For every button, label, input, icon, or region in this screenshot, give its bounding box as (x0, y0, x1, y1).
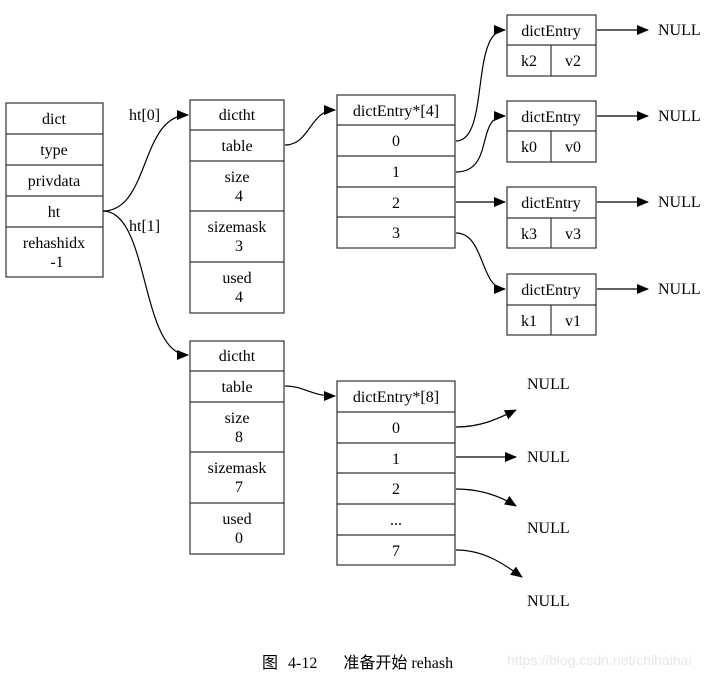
null-label: NULL (658, 281, 701, 298)
ht0-size-value: 4 (235, 188, 243, 205)
caption-text: 准备开始 rehash (343, 655, 454, 672)
edge-t8-slot2-null (455, 488, 517, 507)
table8-array (336, 380, 456, 566)
null-label: NULL (658, 108, 701, 125)
edge-slot1-k0 (455, 111, 506, 173)
dict-field-rehashidx-value: -1 (50, 254, 63, 271)
entry-title: dictEntry (521, 282, 581, 299)
null-label: NULL (658, 194, 701, 211)
null-label: NULL (527, 376, 570, 393)
table4-slot-3: 3 (392, 225, 400, 242)
entry-key: k1 (521, 313, 537, 330)
ht0-sizemask-value: 3 (235, 238, 243, 255)
entry-key: k2 (521, 53, 537, 70)
edge-ht0 (102, 110, 189, 212)
edge-t8-slot7-null (455, 549, 523, 578)
ht1-used-label: used (222, 511, 251, 528)
entry-value: v2 (565, 53, 581, 70)
table4-title: dictEntry*[4] (353, 103, 439, 120)
table8-slot-2: 2 (392, 481, 400, 498)
ht1-size-value: 8 (235, 429, 243, 446)
caption-figure: 图 (262, 655, 279, 672)
ht1-title: dictht (219, 348, 256, 365)
table8-slot-1: 1 (392, 451, 400, 468)
watermark: https://blog.csdn.net/chihaihai (507, 652, 692, 668)
rehash-diagram: dict type privdata ht rehashidx -1 dicth… (5, 14, 701, 610)
table4-slot-2: 2 (392, 195, 400, 212)
ht0-used-value: 4 (235, 289, 243, 306)
null-label: NULL (527, 593, 570, 610)
dict-field-ht: ht (48, 204, 61, 221)
dict-field-type: type (40, 142, 68, 159)
ht0-table: table (221, 138, 252, 155)
ht1-table: table (221, 379, 252, 396)
dict-field-privdata: privdata (28, 173, 80, 190)
null-label: NULL (527, 449, 570, 466)
null-label: NULL (658, 22, 701, 39)
ht1-sizemask-label: sizemask (208, 460, 267, 477)
edge-slot3-k1 (455, 232, 506, 294)
table8-slot-7: 7 (392, 543, 400, 560)
edge-slot0-k2 (455, 25, 506, 142)
figure-caption: 图 4-12 准备开始 rehash (262, 649, 453, 673)
entry-title: dictEntry (521, 109, 581, 126)
dict-field-rehashidx: rehashidx (23, 235, 85, 252)
table8-slot-ellipsis: ... (390, 512, 402, 529)
table4-slot-1: 1 (392, 164, 400, 181)
entry-key: k0 (521, 139, 537, 156)
entry-title: dictEntry (521, 23, 581, 40)
edge-t8-slot0-null (455, 409, 517, 428)
dict-title: dict (42, 111, 67, 128)
ht0-used-label: used (222, 270, 251, 287)
table8-title: dictEntry*[8] (353, 389, 439, 406)
entry-title: dictEntry (521, 195, 581, 212)
entry-value: v1 (565, 313, 581, 330)
ht1-size-label: size (225, 410, 250, 427)
ht0-sizemask-label: sizemask (208, 219, 267, 236)
edge-label-ht0: ht[0] (129, 107, 160, 124)
entry-key: k3 (521, 226, 537, 243)
ht1-used-value: 0 (235, 530, 243, 547)
edge-label-ht1: ht[1] (129, 218, 160, 235)
edge-ht1-table (284, 385, 336, 401)
entry-value: v0 (565, 139, 581, 156)
table8-slot-0: 0 (392, 420, 400, 437)
null-label: NULL (527, 520, 570, 537)
table4-slot-0: 0 (392, 133, 400, 150)
ht0-title: dictht (219, 107, 256, 124)
caption-number: 4-12 (288, 655, 318, 672)
ht0-size-label: size (225, 169, 250, 186)
ht1-sizemask-value: 7 (235, 479, 243, 496)
entry-value: v3 (565, 226, 581, 243)
edge-ht0-table (284, 105, 336, 146)
